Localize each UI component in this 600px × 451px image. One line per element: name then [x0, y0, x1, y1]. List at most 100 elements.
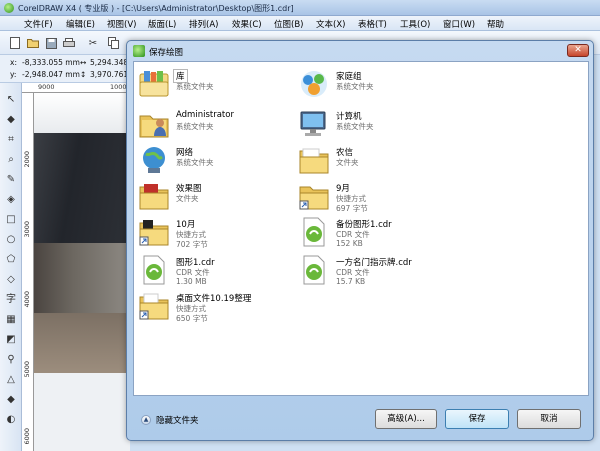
list-item[interactable]: 10月 快捷方式 702 字节 — [138, 216, 288, 250]
list-item[interactable]: 网络 系统文件夹 — [138, 144, 288, 178]
open-icon[interactable] — [26, 36, 40, 50]
item-type: 系统文件夹 — [176, 158, 214, 167]
ruler-tick: 9000 — [38, 83, 55, 91]
photo-roof — [34, 133, 130, 243]
close-button[interactable]: ✕ — [567, 44, 589, 57]
interactive-fill-icon[interactable]: ◐ — [4, 413, 18, 427]
list-item[interactable]: 备份图形1.cdr CDR 文件 152 KB — [298, 216, 448, 250]
list-item[interactable]: 农信 文件夹 — [298, 144, 448, 178]
menu-tools[interactable]: 工具(O) — [400, 18, 430, 30]
menu-view[interactable]: 视图(V) — [107, 18, 136, 30]
pick-tool-icon[interactable]: ↖ — [4, 93, 18, 107]
x-position-value[interactable]: -8,333.055 mm — [22, 58, 80, 67]
item-size: 15.7 KB — [336, 277, 366, 286]
new-icon[interactable] — [8, 36, 22, 50]
list-item[interactable]: 一方名门指示牌.cdr CDR 文件 15.7 KB — [298, 254, 448, 288]
app-titlebar: CorelDRAW X4 ( 专业版 ) - [C:\Users\Adminis… — [0, 0, 600, 16]
menu-file[interactable]: 文件(F) — [24, 18, 53, 30]
list-item[interactable]: 图形1.cdr CDR 文件 1.30 MB — [138, 254, 288, 288]
list-item[interactable]: Administrator 系统文件夹 — [138, 108, 288, 142]
save-drawing-dialog: 保存绘图 ✕ 库 系统文件夹 家庭组 系统文件夹 Administrator 系… — [126, 40, 594, 441]
dialog-title: 保存绘图 — [149, 48, 184, 58]
copy-icon[interactable] — [106, 36, 120, 50]
hide-folders-label: 隐藏文件夹 — [156, 416, 199, 426]
list-item[interactable]: 桌面文件10.19整理 快捷方式 650 字节 — [138, 290, 288, 324]
list-item[interactable]: 效果图 文件夹 — [138, 180, 288, 214]
y-label: y: — [10, 70, 17, 79]
dialog-footer: ▲ 隐藏文件夹 高级(A)... 保存 取消 — [133, 398, 589, 436]
ruler-tick: 4000 — [23, 291, 31, 308]
computer-icon — [300, 111, 326, 136]
zoom-tool-icon[interactable]: ⌕ — [4, 153, 18, 167]
ruler-tick: 6000 — [23, 428, 31, 445]
horizontal-ruler: 9000 10000 — [22, 83, 131, 93]
ellipse-tool-icon[interactable]: ○ — [4, 233, 18, 247]
menu-layout[interactable]: 版面(L) — [148, 18, 176, 30]
window-title: CorelDRAW X4 ( 专业版 ) - [C:\Users\Adminis… — [18, 4, 294, 13]
item-type: 系统文件夹 — [336, 82, 374, 91]
width-value[interactable]: 5,294.348 — [90, 58, 128, 67]
cdr-file-icon — [303, 255, 325, 285]
item-type: 系统文件夹 — [176, 122, 214, 131]
list-item[interactable]: 9月 快捷方式 697 字节 — [298, 180, 448, 214]
crop-tool-icon[interactable]: ⌗ — [4, 133, 18, 147]
outline-tool-icon[interactable]: △ — [4, 373, 18, 387]
list-item[interactable]: 家庭组 系统文件夹 — [298, 68, 448, 102]
ruler-tick: 2000 — [23, 151, 31, 168]
freehand-tool-icon[interactable]: ✎ — [4, 173, 18, 187]
folder-icon — [299, 148, 329, 174]
menu-effects[interactable]: 效果(C) — [232, 18, 262, 30]
table-tool-icon[interactable]: ▦ — [4, 313, 18, 327]
cancel-button[interactable]: 取消 — [517, 409, 581, 429]
menu-window[interactable]: 窗口(W) — [443, 18, 475, 30]
menu-bar: 文件(F) 编辑(E) 视图(V) 版面(L) 排列(A) 效果(C) 位图(B… — [0, 16, 600, 31]
chevron-up-icon: ▲ — [141, 415, 151, 425]
advanced-button[interactable]: 高级(A)... — [375, 409, 437, 429]
cdr-file-icon — [143, 255, 165, 285]
y-position-value[interactable]: -2,948.047 mm — [22, 70, 80, 79]
menu-bitmaps[interactable]: 位图(B) — [274, 18, 303, 30]
library-icon — [139, 71, 169, 97]
item-size: 152 KB — [336, 239, 363, 248]
coreldraw-logo-icon — [4, 3, 14, 13]
save-icon[interactable] — [44, 36, 58, 50]
text-tool-icon[interactable]: 字 — [4, 293, 18, 307]
x-label: x: — [10, 58, 17, 67]
save-button[interactable]: 保存 — [445, 409, 509, 429]
ruler-tick: 3000 — [23, 221, 31, 238]
print-icon[interactable] — [62, 36, 76, 50]
height-value[interactable]: 3,970.761 — [90, 70, 128, 79]
menu-edit[interactable]: 编辑(E) — [66, 18, 95, 30]
item-type: 文件夹 — [336, 158, 359, 167]
file-list-pane: 库 系统文件夹 家庭组 系统文件夹 Administrator 系统文件夹 计算… — [133, 61, 589, 396]
hide-folders-toggle[interactable]: ▲ 隐藏文件夹 — [141, 414, 199, 426]
item-size: 697 字节 — [336, 204, 368, 213]
item-type: 文件夹 — [176, 194, 199, 203]
polygon-tool-icon[interactable]: ⬠ — [4, 253, 18, 267]
list-item[interactable]: 库 系统文件夹 — [138, 68, 288, 102]
network-icon — [143, 147, 165, 173]
shortcut-icon — [299, 186, 329, 210]
item-size: 1.30 MB — [176, 277, 207, 286]
item-size: 702 字节 — [176, 240, 208, 249]
interactive-tool-icon[interactable]: ◩ — [4, 333, 18, 347]
menu-help[interactable]: 帮助 — [487, 18, 504, 30]
menu-text[interactable]: 文本(X) — [316, 18, 345, 30]
list-item[interactable]: 计算机 系统文件夹 — [298, 108, 448, 142]
vertical-ruler: 2000 3000 4000 5000 6000 — [22, 93, 34, 451]
cut-icon[interactable]: ✂ — [86, 36, 100, 50]
smart-fill-icon[interactable]: ◈ — [4, 193, 18, 207]
drawing-canvas[interactable] — [34, 93, 130, 451]
menu-table[interactable]: 表格(T) — [358, 18, 387, 30]
shortcut-icon — [139, 220, 169, 246]
basic-shapes-icon[interactable]: ◇ — [4, 273, 18, 287]
rectangle-tool-icon[interactable]: □ — [4, 213, 18, 227]
shape-tool-icon[interactable]: ◆ — [4, 113, 18, 127]
fill-tool-icon[interactable]: ◆ — [4, 393, 18, 407]
item-name: Administrator — [176, 110, 234, 120]
eyedropper-icon[interactable]: ⚲ — [4, 353, 18, 367]
user-folder-icon — [139, 115, 169, 138]
menu-arrange[interactable]: 排列(A) — [189, 18, 218, 30]
folder-icon — [139, 184, 169, 210]
ruler-tick: 5000 — [23, 361, 31, 378]
